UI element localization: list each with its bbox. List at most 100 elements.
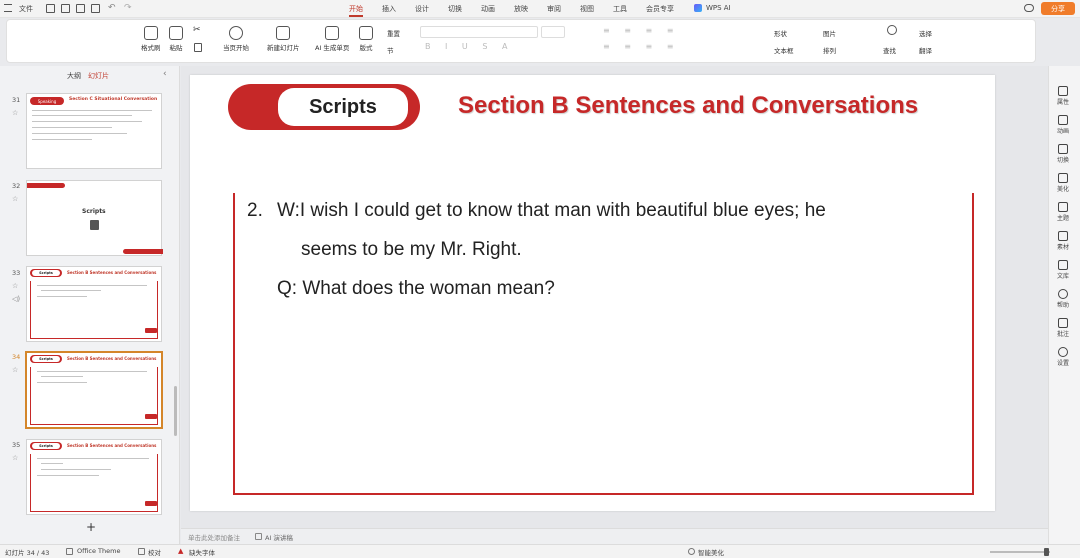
search-icon[interactable] (887, 25, 897, 35)
shape-button[interactable]: 形状 (774, 28, 787, 38)
cut-icon[interactable]: ✂ (193, 25, 201, 35)
rightbar-comments[interactable]: 批注 (1057, 318, 1069, 338)
print-icon[interactable] (76, 4, 85, 13)
thumb-label-pill: Speaking (30, 97, 64, 105)
slide-thumb-32[interactable]: Scripts (26, 180, 163, 256)
status-bar: 幻灯片 34 / 43 Office Theme 校对 ▲ 缺失字体 智能美化 (0, 544, 1080, 558)
tab-transition[interactable]: 切换 (448, 4, 462, 14)
tab-outline[interactable]: 大纲 (67, 71, 81, 81)
slide-thumb-34[interactable]: Scripts Section B Sentences and Conversa… (25, 351, 163, 429)
file-menu[interactable]: 文件 (19, 4, 33, 14)
tab-member[interactable]: 会员专享 (646, 4, 674, 14)
rightbar-theme[interactable]: 主题 (1057, 202, 1069, 222)
thumb-title: Section B Sentences and Conversations (67, 443, 157, 448)
rightbar-help[interactable]: 帮助 (1057, 289, 1069, 309)
paste-button[interactable]: 粘贴 (169, 26, 183, 52)
panel-scrollbar[interactable] (174, 386, 177, 436)
translate-button[interactable]: 翻译 (919, 45, 932, 55)
rightbar-animation[interactable]: 动画 (1057, 115, 1069, 135)
text-line (32, 110, 152, 111)
properties-icon (1058, 86, 1068, 96)
reset-button[interactable]: 重置 (387, 28, 400, 38)
animation-icon (1058, 115, 1068, 125)
select-button[interactable]: 选择 (919, 28, 932, 38)
undo-icon[interactable]: ↶ (108, 3, 116, 13)
paragraph-icons[interactable]: ≡ ≡ ≡ ≡ (603, 26, 679, 35)
text-line (32, 139, 92, 140)
slide-thumb-35[interactable]: Scripts Section B Sentences and Conversa… (26, 439, 162, 515)
tab-home[interactable]: 开始 (349, 4, 363, 17)
font-name-box[interactable] (420, 26, 538, 38)
ai-generate-button[interactable]: AI 生成单页 (315, 26, 349, 52)
comment-icon (1058, 318, 1068, 328)
notes-placeholder[interactable]: 单击此处添加备注 (188, 532, 240, 542)
star-icon[interactable]: ☆ (12, 366, 18, 374)
rightbar-label: 设置 (1057, 360, 1070, 367)
zoom-slider[interactable] (990, 551, 1050, 553)
textbox-button[interactable]: 文本框 (774, 45, 794, 55)
slide-thumb-33[interactable]: Scripts Section B Sentences and Conversa… (26, 266, 162, 342)
collapse-panel-icon[interactable]: ‹ (163, 69, 167, 79)
star-icon[interactable]: ☆ (12, 109, 18, 117)
proof-button[interactable]: 校对 (148, 547, 161, 557)
star-icon[interactable]: ☆ (12, 282, 18, 290)
next-button (145, 328, 157, 333)
zoom-slider-thumb[interactable] (1044, 548, 1049, 556)
layout-button[interactable]: 版式 (359, 26, 373, 52)
preview-icon[interactable] (91, 4, 100, 13)
rightbar-library[interactable]: 文库 (1057, 260, 1069, 280)
play-from-current-button[interactable]: 当页开始 (223, 26, 249, 52)
tab-slides[interactable]: 幻灯片 (88, 71, 109, 81)
library-icon (1058, 260, 1068, 270)
rightbar-beautify[interactable]: 美化 (1057, 173, 1069, 193)
text-line (41, 469, 111, 470)
rightbar-properties[interactable]: 属性 (1057, 86, 1069, 106)
item-number: 2. (247, 200, 263, 221)
share-button[interactable]: 分享 (1041, 2, 1075, 15)
copy-icon[interactable] (194, 43, 202, 52)
tab-slideshow[interactable]: 放映 (514, 4, 528, 14)
font-format-icons[interactable]: B I U S A (425, 42, 513, 51)
tab-view[interactable]: 视图 (580, 4, 594, 14)
ribbon-toolbar: 格式刷 粘贴 ✂ 当页开始 新建幻灯片 AI 生成单页 版式 重置 节 B I … (6, 19, 1036, 63)
rightbar-label: 动画 (1057, 128, 1070, 135)
find-button[interactable]: 查找 (883, 45, 896, 55)
slide[interactable]: Scripts Section B Sentences and Conversa… (190, 75, 995, 511)
format-painter-label: 格式刷 (141, 44, 161, 52)
save-icon[interactable] (46, 4, 55, 13)
clipboard-icon (169, 26, 183, 40)
export-icon[interactable] (61, 4, 70, 13)
tab-tools[interactable]: 工具 (613, 4, 627, 14)
ai-icon (325, 26, 340, 40)
menu-icon[interactable] (4, 4, 12, 12)
smart-beautify-button[interactable]: 智能美化 (698, 547, 724, 557)
ai-script-button[interactable]: AI 演讲稿 (265, 532, 293, 542)
missing-font-button[interactable]: 缺失字体 (189, 547, 215, 557)
redo-icon[interactable]: ↷ (124, 3, 132, 13)
arrange-button[interactable]: 排列 (823, 45, 836, 55)
add-slide-button[interactable]: + (86, 520, 96, 534)
tab-animation[interactable]: 动画 (481, 4, 495, 14)
rightbar-settings[interactable]: 设置 (1057, 347, 1069, 367)
play-icon (229, 26, 243, 40)
tab-insert[interactable]: 插入 (382, 4, 396, 14)
new-slide-button[interactable]: 新建幻灯片 (267, 26, 300, 52)
font-size-box[interactable] (541, 26, 565, 38)
align-icons[interactable]: ≡ ≡ ≡ ≡ (603, 42, 679, 51)
star-icon[interactable]: ☆ (12, 195, 18, 203)
tab-review[interactable]: 审阅 (547, 4, 561, 14)
rightbar-transition[interactable]: 切换 (1057, 144, 1069, 164)
text-line (37, 458, 149, 459)
star-icon[interactable]: ☆ (12, 454, 18, 462)
format-painter-button[interactable]: 格式刷 (141, 26, 161, 52)
rightbar-assets[interactable]: 素材 (1057, 231, 1069, 251)
section-button[interactable]: 节 (387, 45, 394, 55)
picture-button[interactable]: 图片 (823, 28, 836, 38)
tab-wps-ai[interactable]: WPS AI (706, 4, 731, 12)
audio-icon[interactable]: ◁) (12, 295, 20, 303)
theme-name[interactable]: Office Theme (77, 547, 120, 555)
cloud-icon[interactable] (1024, 4, 1034, 12)
gear-icon (1058, 347, 1068, 357)
tab-design[interactable]: 设计 (415, 4, 429, 14)
slide-thumb-31[interactable]: Speaking Section C Situational Conversat… (26, 93, 162, 169)
